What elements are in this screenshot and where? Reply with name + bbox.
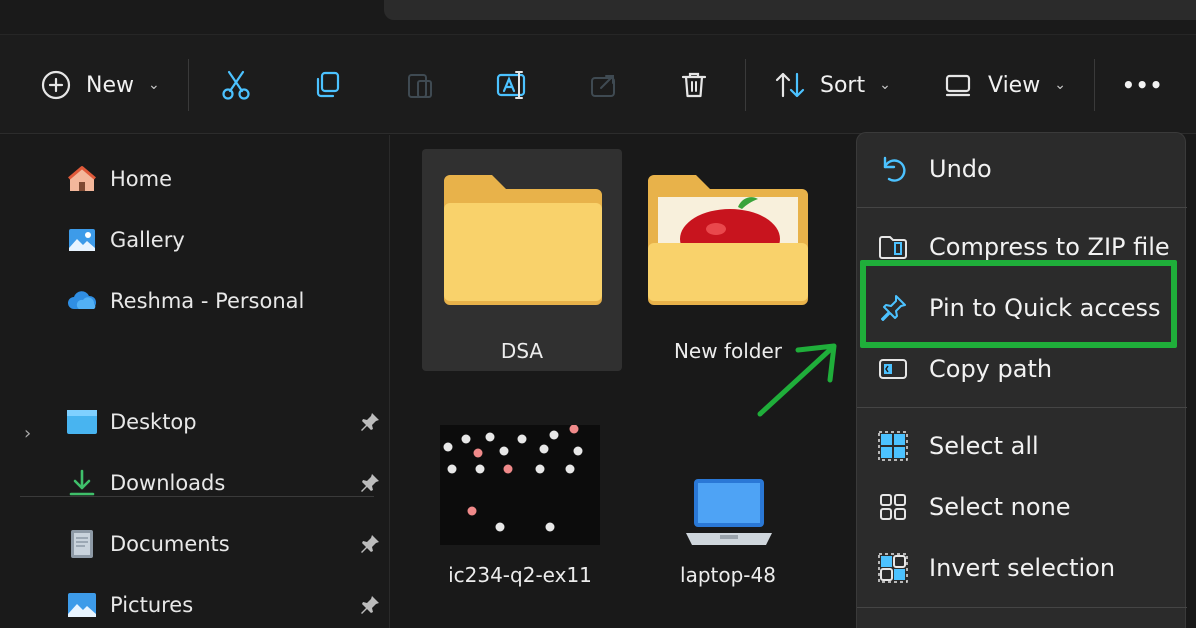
file-name: laptop-48	[680, 563, 776, 587]
context-menu: Undo Compress to ZIP file Pin to Quick a…	[856, 132, 1187, 628]
trash-icon	[676, 67, 712, 103]
copy-icon	[310, 67, 346, 103]
desktop-folder-icon	[64, 404, 100, 440]
sidebar-item-desktop[interactable]: Desktop	[64, 402, 197, 442]
file-item-image[interactable]: ic234-q2-ex11	[420, 415, 620, 595]
toolbar-divider	[1094, 59, 1095, 111]
file-name: DSA	[500, 339, 544, 363]
gallery-icon	[64, 222, 100, 258]
title-bar	[0, 0, 1196, 34]
new-button[interactable]: New ⌄	[38, 61, 160, 109]
copy-button[interactable]	[310, 61, 346, 109]
sort-label: Sort	[820, 72, 866, 98]
sort-button[interactable]: Sort ⌄	[772, 61, 891, 109]
pin-icon[interactable]	[358, 593, 382, 617]
menu-divider	[857, 607, 1187, 608]
rename-icon	[494, 67, 530, 103]
pin-icon[interactable]	[358, 471, 382, 495]
image-thumbnail	[440, 425, 600, 545]
menu-item-label: Select none	[929, 493, 1071, 521]
copy-path-icon	[877, 353, 909, 385]
scissors-icon	[218, 67, 254, 103]
menu-item-copy-path[interactable]: Copy path	[857, 341, 1187, 397]
laptop-icon	[686, 479, 772, 545]
file-item-dsa[interactable]: DSA	[422, 149, 622, 371]
menu-item-undo[interactable]: Undo	[857, 141, 1187, 197]
undo-icon	[877, 153, 909, 185]
sidebar-item-label: Reshma - Personal	[110, 289, 305, 313]
menu-divider	[857, 207, 1187, 208]
address-bar-edge[interactable]	[384, 0, 1196, 20]
chevron-down-icon: ⌄	[148, 77, 160, 93]
view-button[interactable]: View ⌄	[940, 61, 1066, 109]
more-options-button[interactable]: •••	[1122, 61, 1163, 109]
delete-button[interactable]	[676, 61, 712, 109]
pin-icon[interactable]	[358, 532, 382, 556]
pictures-icon	[64, 587, 100, 623]
paste-icon	[402, 67, 438, 103]
folder-icon	[444, 175, 602, 305]
cloud-icon	[64, 283, 100, 319]
select-none-icon	[877, 491, 909, 523]
home-icon	[64, 161, 100, 197]
sidebar-item-gallery[interactable]: Gallery	[64, 220, 185, 260]
menu-item-label: Compress to ZIP file	[929, 233, 1170, 261]
view-label: View	[988, 72, 1041, 98]
sidebar-item-label: Gallery	[110, 228, 185, 252]
sidebar-item-onedrive[interactable]: Reshma - Personal	[64, 281, 304, 321]
command-bar: New ⌄ Sort ⌄ View ⌄ •••	[0, 34, 1196, 134]
file-name: ic234-q2-ex11	[448, 563, 592, 587]
sidebar-item-label: Pictures	[110, 593, 194, 617]
folder-apple-icon	[648, 175, 808, 305]
sidebar-item-documents[interactable]: Documents	[64, 524, 230, 564]
sidebar-item-label: Downloads	[110, 471, 226, 495]
menu-item-label: Select all	[929, 432, 1039, 460]
menu-item-select-none[interactable]: Select none	[857, 479, 1187, 535]
documents-icon	[64, 526, 100, 562]
select-all-icon	[877, 430, 909, 462]
sidebar-item-home[interactable]: Home	[64, 159, 172, 199]
more-icon: •••	[1122, 73, 1164, 97]
annotation-arrow	[757, 343, 837, 417]
cut-button[interactable]	[218, 61, 254, 109]
new-label: New	[86, 72, 134, 98]
pin-icon[interactable]	[358, 410, 382, 434]
download-icon	[64, 465, 100, 501]
share-button[interactable]	[586, 61, 622, 109]
toolbar-divider	[188, 59, 189, 111]
chevron-down-icon: ⌄	[879, 77, 891, 93]
sort-arrows-icon	[772, 67, 808, 103]
sidebar-item-label: Documents	[110, 532, 230, 556]
menu-item-invert-selection[interactable]: Invert selection	[857, 540, 1187, 596]
share-icon	[586, 67, 622, 103]
sidebar-item-pictures[interactable]: Pictures	[64, 585, 193, 625]
toolbar-divider	[745, 59, 746, 111]
paste-button[interactable]	[402, 61, 438, 109]
menu-item-select-all[interactable]: Select all	[857, 418, 1187, 474]
chevron-down-icon: ⌄	[1054, 77, 1066, 93]
zip-icon	[877, 231, 909, 263]
invert-selection-icon	[877, 552, 909, 584]
plus-circle-icon	[38, 67, 74, 103]
menu-item-label: Copy path	[929, 355, 1053, 383]
menu-item-label: Undo	[929, 155, 992, 183]
sidebar-item-label: Home	[110, 167, 173, 191]
view-icon	[940, 67, 976, 103]
menu-divider	[857, 407, 1187, 408]
file-item-laptop[interactable]: laptop-48	[628, 415, 828, 595]
navigation-pane: Home Gallery › Reshma - Personal Desktop…	[0, 135, 390, 628]
menu-item-label: Invert selection	[929, 554, 1116, 582]
rename-button[interactable]	[494, 61, 530, 109]
chevron-right-icon[interactable]: ›	[24, 423, 31, 444]
sidebar-item-downloads[interactable]: Downloads	[64, 463, 225, 503]
sidebar-item-label: Desktop	[110, 410, 197, 434]
annotation-highlight-box	[860, 260, 1177, 348]
